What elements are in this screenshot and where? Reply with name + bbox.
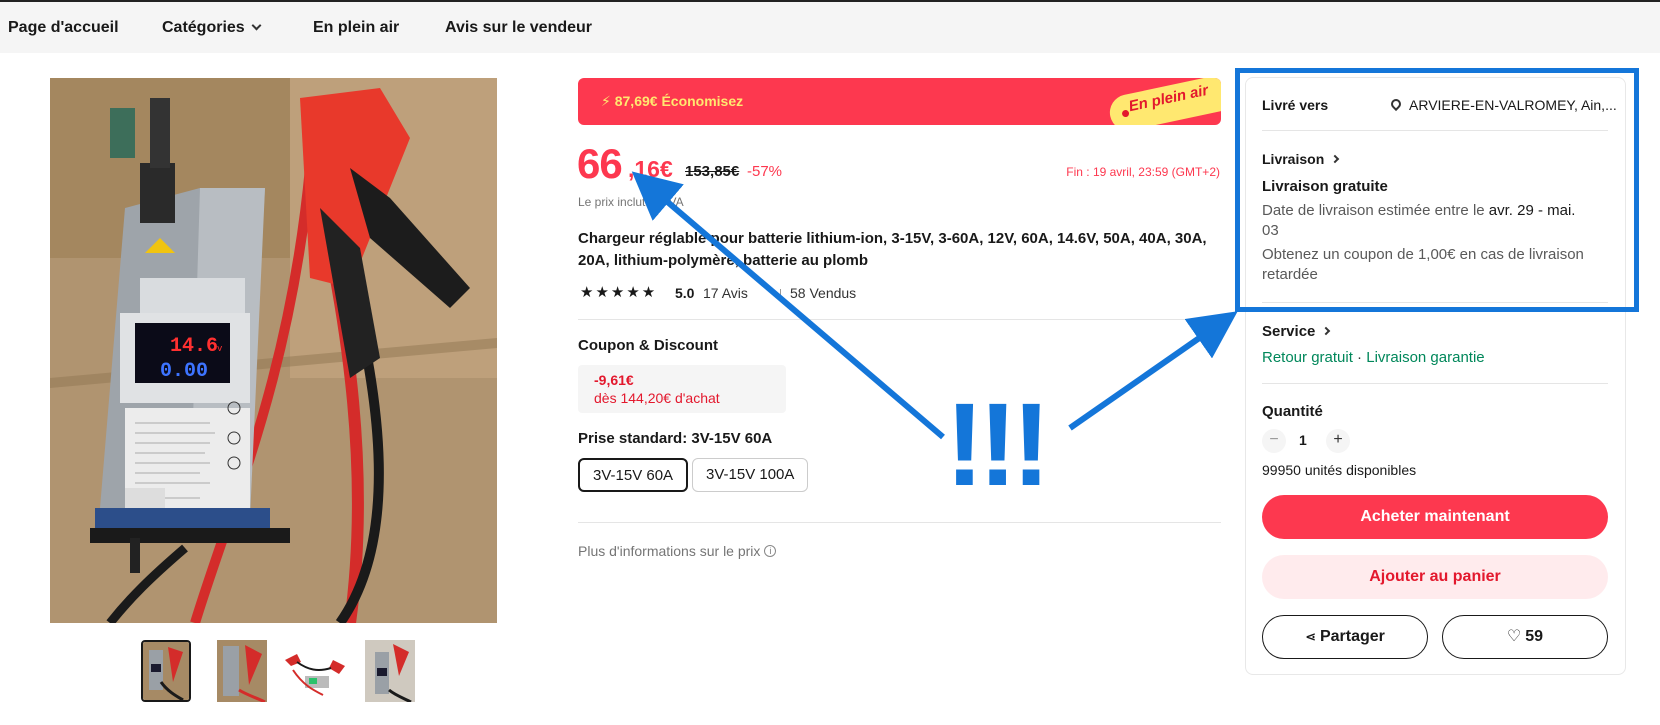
plug-label: Prise standard: 3V-15V 60A	[578, 430, 773, 447]
coupon-card[interactable]: -9,61€ dès 144,20€ d'achat	[578, 365, 786, 413]
thumbnail-4[interactable]	[365, 640, 415, 702]
service-label: Service	[1262, 323, 1316, 340]
sale-end-time: Fin : 19 avril, 23:59 (GMT+2)	[1066, 165, 1220, 179]
current-readout: 0.00	[160, 360, 208, 383]
delivery-guarantee: Livraison garantie	[1366, 349, 1485, 366]
chevron-right-icon	[1322, 326, 1331, 336]
free-return: Retour gratuit	[1262, 349, 1353, 366]
quantity-decrease-button[interactable]: −	[1262, 429, 1286, 453]
lightning-icon: ⚡	[601, 93, 611, 109]
chevron-down-icon	[251, 20, 262, 31]
product-title: Chargeur réglable pour batterie lithium-…	[578, 230, 1207, 269]
wishlist-button[interactable]: ♡ 59	[1442, 615, 1608, 659]
wishlist-count: 59	[1525, 628, 1544, 645]
thumbnail-1[interactable]	[141, 640, 191, 702]
coupon-condition: dès 144,20€ d'achat	[594, 390, 720, 406]
quantity-value[interactable]: 1	[1299, 432, 1307, 448]
service-tags: Retour gratuit · Livraison garantie	[1262, 349, 1485, 366]
thumbnail-2[interactable]	[217, 640, 267, 702]
voltage-unit: v	[217, 344, 223, 354]
thumbnail-image	[143, 642, 189, 700]
quantity-increase-button[interactable]: +	[1326, 429, 1350, 453]
quantity-label: Quantité	[1262, 403, 1323, 420]
divider	[578, 522, 1221, 523]
coupon-amount: -9,61€	[594, 372, 634, 388]
thumbnail-3[interactable]	[283, 640, 347, 702]
nav-outdoor[interactable]: En plein air	[313, 19, 399, 37]
savings-text: 87,69€ Économisez	[614, 93, 744, 109]
exclamation-annotation: !!!	[945, 379, 1051, 511]
charger-photo: 14.6 v 0.00	[50, 78, 497, 623]
divider	[780, 289, 781, 301]
sold-count: 58 Vendus	[790, 285, 857, 301]
share-label: Partager	[1319, 628, 1385, 645]
thumbnail-image	[283, 640, 347, 702]
tag-hole-icon	[1121, 109, 1130, 118]
thumbnail-image	[365, 640, 415, 702]
star-rating-icon: ★★★★★	[580, 284, 658, 301]
arrow-to-shipping	[1068, 311, 1238, 431]
share-button[interactable]: ⋖ Partager	[1262, 615, 1428, 659]
nav-home[interactable]: Page d'accueil	[8, 19, 119, 37]
more-price-info-label: Plus d'informations sur le prix	[578, 543, 761, 559]
more-price-info-link[interactable]: Plus d'informations sur le prix i	[578, 543, 777, 559]
vat-note: Le prix inclut la TVA	[578, 195, 684, 209]
promo-banner: ⚡ 87,69€ Économisez En plein air	[578, 78, 1221, 125]
add-to-cart-button[interactable]: Ajouter au panier	[1262, 555, 1608, 599]
discount-percent: -57%	[747, 163, 783, 180]
divider	[578, 319, 1221, 320]
heart-icon: ♡	[1506, 628, 1522, 645]
highlight-box	[1235, 68, 1639, 312]
nav-seller-reviews[interactable]: Avis sur le vendeur	[445, 19, 592, 37]
option-100a[interactable]: 3V-15V 100A	[692, 458, 809, 492]
reviews-link[interactable]: 17 Avis	[703, 285, 748, 301]
service-separator: ·	[1352, 349, 1367, 366]
nav-categories[interactable]: Catégories	[162, 19, 262, 37]
buy-now-button[interactable]: Acheter maintenant	[1262, 495, 1608, 539]
rating-value: 5.0	[675, 285, 695, 301]
info-icon: i	[764, 545, 777, 557]
price-decimals: ,16€	[628, 156, 673, 182]
nav-categories-label: Catégories	[162, 19, 245, 36]
option-60a[interactable]: 3V-15V 60A	[578, 458, 689, 492]
thumbnail-image	[217, 640, 267, 702]
coupon-heading: Coupon & Discount	[578, 337, 718, 354]
divider	[1262, 383, 1608, 384]
price-integer: 66	[577, 140, 623, 187]
service-link[interactable]: Service	[1262, 323, 1331, 340]
share-icon: ⋖	[1305, 629, 1316, 644]
top-navigation: Page d'accueil Catégories En plein air A…	[0, 0, 1660, 53]
original-price: 153,85€	[685, 163, 740, 180]
main-product-image[interactable]: 14.6 v 0.00	[50, 78, 497, 623]
stock-available: 99950 unités disponibles	[1262, 462, 1417, 478]
voltage-readout: 14.6	[170, 335, 218, 358]
savings-label: ⚡ 87,69€ Économisez	[601, 93, 743, 110]
